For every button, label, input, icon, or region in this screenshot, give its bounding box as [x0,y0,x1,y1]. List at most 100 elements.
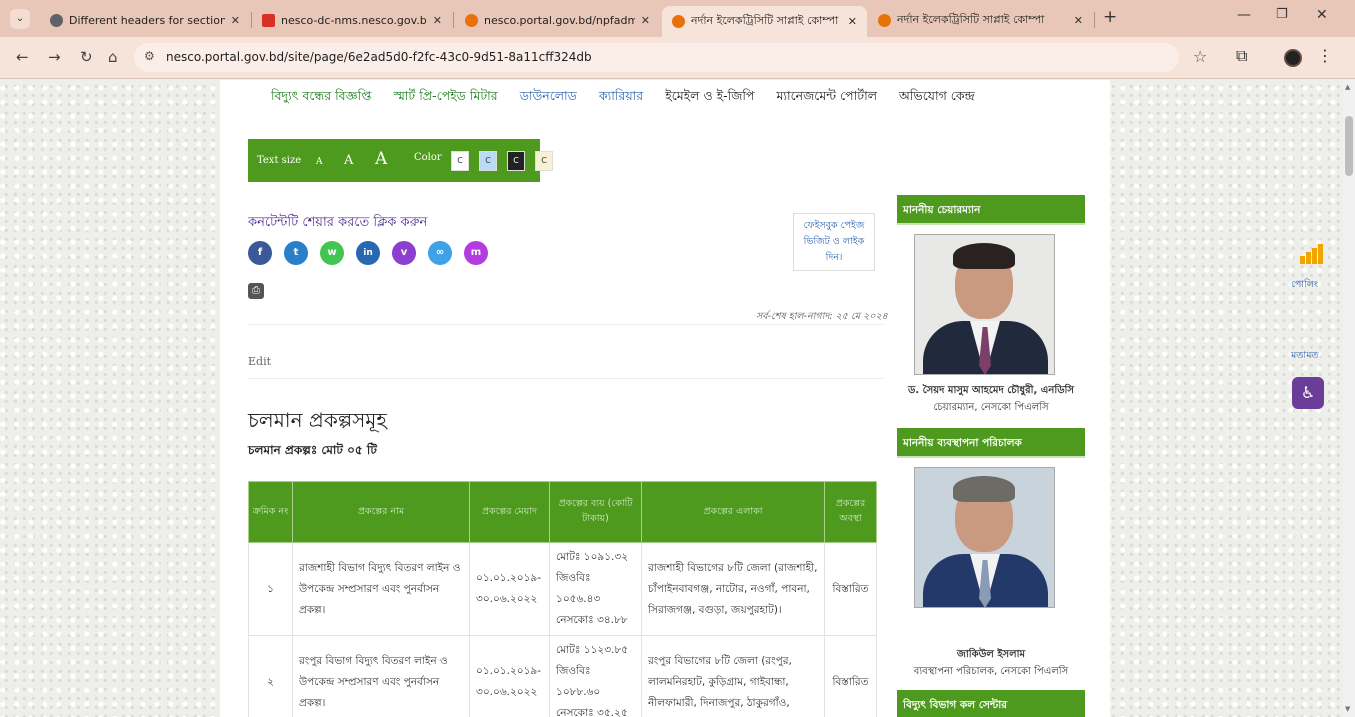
edit-link[interactable]: Edit [248,355,271,368]
top-navigation: বিদ্যুৎ বন্ধের বিজ্ঞপ্তি স্মার্ট প্রি-পে… [260,88,986,108]
text-size-label: Text size [257,155,302,166]
site-info-icon[interactable]: ⚙ [144,49,155,63]
color-dark-button[interactable]: C [507,151,525,171]
cell-cost: মোটঃ ১১২৩.৮৫ জিওবিঃ ১০৮৮.৬০ নেসকোঃ ৩৫.২৫ [549,635,642,717]
tab-1[interactable]: nesco-dc-nms.nesco.gov.bd: H ✕ [252,6,452,34]
call-center-heading: বিদ্যুৎ বিভাগ কল সেন্টার [897,690,1085,717]
color-cream-button[interactable]: C [535,151,553,171]
color-default-button[interactable]: C [451,151,469,171]
nav-outage-notice[interactable]: বিদ্যুৎ বন্ধের বিজ্ঞপ্তি [260,88,382,108]
nav-career[interactable]: ক্যারিয়ার [588,88,654,108]
linkedin-icon[interactable]: in [356,241,380,265]
tab-title: nesco.portal.gov.bd/npfadmin/ [484,13,635,27]
col-cost: প্রকল্পের ব্যয় (কোটি টাকায়) [549,481,642,543]
cell-serial: ১ [248,542,293,636]
tab-title: Different headers for sections [69,13,225,27]
last-updated: সর্ব-শেষ হাল-নাগাদ: ২৫ মে ২০২৪ [756,311,888,322]
nav-smart-prepaid-meter[interactable]: স্মার্ট প্রি-পেইড মিটার [382,88,508,108]
accessibility-icon[interactable]: ♿ [1292,377,1324,409]
col-name: প্রকল্পের নাম [292,481,470,543]
tab-2[interactable]: nesco.portal.gov.bd/npfadmin/ ✕ [455,6,660,34]
whatsapp-icon[interactable]: w [320,241,344,265]
poll-icon[interactable] [1300,244,1324,264]
md-role: ব্যবস্থাপনা পরিচালক, নেসকো পিএলসি [913,666,1069,677]
cell-serial: ২ [248,635,293,717]
url-text: nesco.portal.gov.bd/site/page/6e2ad5d0-f… [166,50,592,64]
tab-4[interactable]: নর্দান ইলেকট্রিসিটি সাপ্লাই কোম্পা ✕ [868,6,1093,34]
close-icon[interactable]: ✕ [231,14,240,27]
page-content: বিদ্যুৎ বন্ধের বিজ্ঞপ্তি স্মার্ট প্রি-পে… [220,80,1110,717]
text-size-medium-button[interactable]: A [344,153,353,168]
nav-complaint-center[interactable]: অভিযোগ কেন্দ্র [888,88,986,108]
details-link[interactable]: বিস্তারিত [824,542,877,636]
address-bar-row: ← → ↻ ⌂ ⚙ nesco.portal.gov.bd/site/page/… [0,37,1355,79]
md-heading: মাননীয় ব্যবস্থাপনা পরিচালক [897,428,1085,458]
new-tab-icon[interactable]: + [1103,7,1117,27]
tab-strip: ⌄ Different headers for sections ✕ nesco… [0,0,1355,37]
chairman-heading: মাননীয় চেয়ারম্যান [897,195,1085,225]
close-icon[interactable]: ✕ [848,15,857,28]
share-title: কনটেন্টটি শেয়ার করতে ক্লিক করুন [248,215,428,230]
close-icon[interactable]: ✕ [641,14,650,27]
page-title: চলমান প্রকল্পসমূহ [248,408,387,432]
chairman-photo [914,234,1055,375]
chairman-role: চেয়ারম্যান, নেসকো পিএলসি [933,402,1049,413]
menu-kebab-icon[interactable]: ⋮ [1317,46,1333,65]
feedback-link[interactable]: মতামত [1291,349,1319,364]
scroll-thumb[interactable] [1345,116,1353,176]
color-blue-button[interactable]: C [479,151,497,171]
facebook-icon[interactable]: f [248,241,272,265]
close-icon[interactable]: ✕ [1074,14,1083,27]
close-icon[interactable]: ✕ [433,14,442,27]
profile-avatar[interactable] [1284,49,1302,67]
tab-3-active[interactable]: নর্দান ইলেকট্রিসিটি সাপ্লাই কোম্পা ✕ [662,6,867,37]
forward-icon[interactable]: → [48,48,61,66]
tab-0[interactable]: Different headers for sections ✕ [40,6,250,34]
web-viewport: বিদ্যুৎ বন্ধের বিজ্ঞপ্তি স্মার্ট প্রি-পে… [0,80,1343,717]
cell-cost: মোটঃ ১০৯১.৩২ জিওবিঃ ১০৫৬.৪৩ নেসকোঃ ৩৪.৮৮ [549,542,642,636]
nav-management-portal[interactable]: ম্যানেজমেন্ট পোর্টাল [765,88,888,108]
tab-title: নর্দান ইলেকট্রিসিটি সাপ্লাই কোম্পা [691,14,839,27]
projects-table: ক্রমিক নং প্রকল্পের নাম প্রকল্পের মেয়াদ… [248,481,877,717]
scroll-up-icon[interactable]: ▲ [1345,83,1350,91]
omnibox[interactable]: ⚙ nesco.portal.gov.bd/site/page/6e2ad5d0… [134,43,1179,72]
restore-icon[interactable]: ❐ [1276,7,1288,22]
nav-email-egp[interactable]: ইমেইল ও ই-জিপি [654,88,765,108]
tab-search-icon[interactable]: ⌄ [10,9,30,29]
accessibility-toolbar: Text size A A A Color C C C C [248,139,553,182]
poll-link[interactable]: পোলিং [1291,278,1318,293]
table-row: ২ রংপুর বিভাগ বিদ্যুৎ বিতরণ লাইন ও উপকেন… [248,635,877,717]
minimize-icon[interactable]: — [1237,7,1251,23]
facebook-page-link[interactable]: ফেইসবুক পেইজ ভিজিট ও লাইক দিন। [793,213,875,271]
reload-icon[interactable]: ↻ [80,48,93,66]
tab-favicon-icon [50,13,63,27]
twitter-icon[interactable]: t [284,241,308,265]
bookmark-star-icon[interactable]: ☆ [1193,47,1207,66]
divider [248,324,883,325]
messenger-icon[interactable]: m [464,241,488,265]
col-duration: প্রকল্পের মেয়াদ [469,481,550,543]
cell-duration: ০১.০১.২০১৯- ৩০.০৬.২০২২ [469,542,550,636]
page-scrollbar[interactable]: ▲ ▼ [1343,80,1355,717]
chairman-name: ড. সৈয়দ মাসুম আহমেদ চৌধুরী, এনডিসি [907,385,1075,396]
extensions-icon[interactable]: ⧉ [1236,46,1247,66]
window-close-icon[interactable]: ✕ [1316,7,1328,23]
cell-area: রাজশাহী বিভাগের ৮টি জেলা (রাজশাহী, চাঁপা… [641,542,825,636]
text-size-small-button[interactable]: A [316,157,323,167]
col-status: প্রকল্পের অবস্থা [824,481,877,543]
copy-link-icon[interactable]: ∞ [428,241,452,265]
cell-name: রাজশাহী বিভাগ বিদ্যুৎ বিতরণ লাইন ও উপকেন… [292,542,470,636]
divider [248,378,883,379]
text-size-large-button[interactable]: A [375,149,387,169]
print-icon[interactable]: ⎙ [248,283,264,299]
tab-favicon-icon [672,15,685,28]
back-icon[interactable]: ← [16,48,29,66]
tab-favicon-icon [465,13,478,27]
viber-icon[interactable]: v [392,241,416,265]
project-count: চলমান প্রকল্পঃ মোট ০৫ টি [248,443,377,457]
tab-favicon-icon [262,13,275,27]
home-icon[interactable]: ⌂ [108,48,118,66]
details-link[interactable]: বিস্তারিত [824,635,877,717]
scroll-down-icon[interactable]: ▼ [1345,705,1350,713]
nav-download[interactable]: ডাউনলোড [509,88,588,108]
